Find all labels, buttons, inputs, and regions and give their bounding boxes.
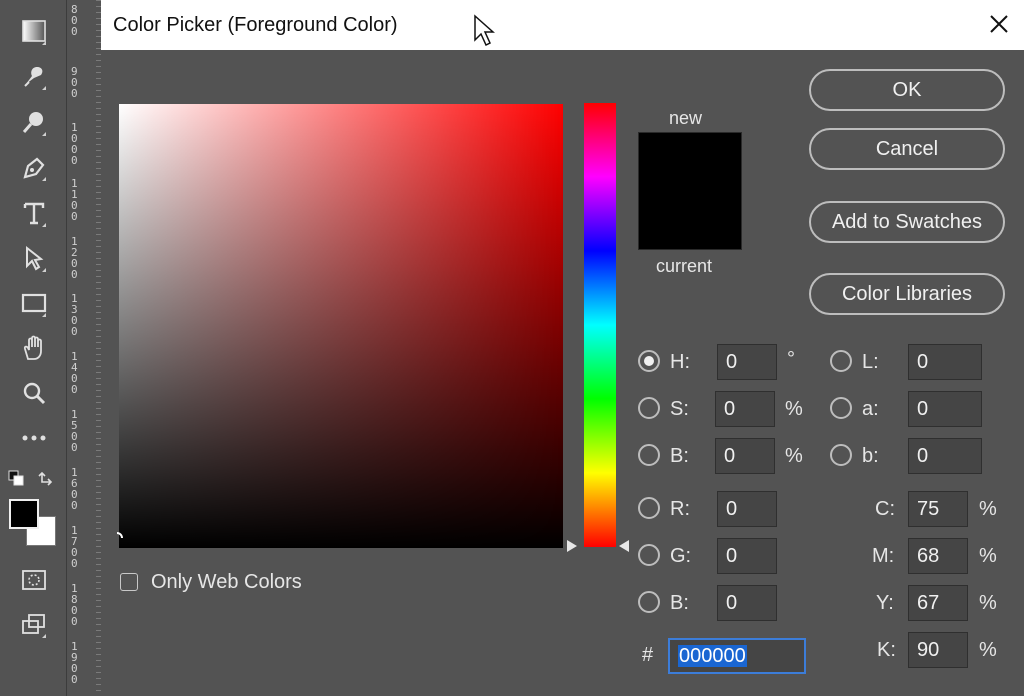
brightness-unit: % bbox=[785, 445, 803, 467]
yellow-field[interactable]: 67 bbox=[908, 585, 968, 621]
smudge-tool-icon[interactable] bbox=[14, 58, 54, 94]
tools-panel bbox=[0, 0, 66, 696]
ruler-label: 1000 bbox=[71, 121, 78, 167]
b-channel-label: b: bbox=[862, 445, 879, 467]
b-channel-field[interactable]: 0 bbox=[908, 438, 982, 474]
saturation-radio[interactable] bbox=[638, 397, 660, 419]
swap-colors-icon[interactable] bbox=[36, 470, 54, 486]
blue-field[interactable]: 0 bbox=[717, 585, 777, 621]
ruler-label: 1400 bbox=[71, 350, 78, 396]
brightness-field[interactable]: 0 bbox=[715, 438, 775, 474]
ok-button[interactable]: OK bbox=[809, 69, 1005, 111]
ruler-label: 1300 bbox=[71, 292, 78, 338]
cancel-button[interactable]: Cancel bbox=[809, 128, 1005, 170]
a-channel-radio[interactable] bbox=[830, 397, 852, 419]
red-radio[interactable] bbox=[638, 497, 660, 519]
yellow-unit: % bbox=[979, 592, 997, 614]
vertical-ruler: 800 900 1000 1100 1200 1300 1400 1500 16… bbox=[66, 0, 102, 696]
pen-tool-icon[interactable] bbox=[14, 149, 54, 185]
a-channel-label: a: bbox=[862, 398, 879, 420]
saturation-field[interactable]: 0 bbox=[715, 391, 775, 427]
hex-color-field[interactable]: 000000 bbox=[668, 638, 806, 674]
hue-field[interactable]: 0 bbox=[717, 344, 777, 380]
ruler-label: 1500 bbox=[71, 408, 78, 454]
saturation-brightness-field[interactable] bbox=[119, 104, 563, 548]
color-picker-dialog: Color Picker (Foreground Color) new curr… bbox=[101, 0, 1024, 696]
gradient-tool-icon[interactable] bbox=[14, 13, 54, 49]
rectangle-tool-icon[interactable] bbox=[14, 285, 54, 321]
ruler-label: 1700 bbox=[71, 524, 78, 570]
yellow-label: Y: bbox=[876, 592, 894, 614]
blue-radio[interactable] bbox=[638, 591, 660, 613]
screen-mode-icon[interactable] bbox=[14, 606, 54, 642]
green-label: G: bbox=[670, 545, 692, 567]
mouse-cursor-icon bbox=[474, 14, 495, 47]
hex-hash-label: # bbox=[642, 644, 654, 666]
ruler-label: 1900 bbox=[71, 640, 78, 686]
cyan-unit: % bbox=[979, 498, 997, 520]
current-color-label: current bbox=[656, 256, 713, 276]
hue-unit: ° bbox=[787, 348, 795, 370]
lightness-field[interactable]: 0 bbox=[908, 344, 982, 380]
hue-radio[interactable] bbox=[638, 350, 660, 372]
dodge-tool-icon[interactable] bbox=[14, 104, 54, 140]
only-web-colors-checkbox[interactable] bbox=[120, 573, 138, 591]
more-tools-icon[interactable] bbox=[14, 420, 54, 456]
magenta-unit: % bbox=[979, 545, 997, 567]
hue-slider-right-handle[interactable] bbox=[619, 540, 629, 552]
black-unit: % bbox=[979, 639, 997, 661]
default-colors-icon[interactable] bbox=[8, 470, 24, 486]
magenta-field[interactable]: 68 bbox=[908, 538, 968, 574]
hue-slider-left-handle[interactable] bbox=[567, 540, 577, 552]
saturation-label: S: bbox=[670, 398, 689, 420]
brightness-label: B: bbox=[670, 445, 689, 467]
lightness-radio[interactable] bbox=[830, 350, 852, 372]
red-label: R: bbox=[670, 498, 690, 520]
saturation-unit: % bbox=[785, 398, 803, 420]
cyan-field[interactable]: 75 bbox=[908, 491, 968, 527]
brightness-radio[interactable] bbox=[638, 444, 660, 466]
a-channel-field[interactable]: 0 bbox=[908, 391, 982, 427]
ruler-label: 1800 bbox=[71, 582, 78, 628]
black-field[interactable]: 90 bbox=[908, 632, 968, 668]
red-field[interactable]: 0 bbox=[717, 491, 777, 527]
hue-label: H: bbox=[670, 351, 690, 373]
magenta-label: M: bbox=[872, 545, 895, 567]
ruler-label: 1600 bbox=[71, 466, 78, 512]
cyan-label: C: bbox=[875, 498, 895, 520]
foreground-color-swatch[interactable] bbox=[9, 499, 39, 529]
ruler-label: 900 bbox=[71, 65, 78, 100]
dialog-titlebar[interactable]: Color Picker (Foreground Color) bbox=[101, 0, 1024, 50]
hex-color-value: 000000 bbox=[678, 645, 747, 667]
green-field[interactable]: 0 bbox=[717, 538, 777, 574]
b-channel-radio[interactable] bbox=[830, 444, 852, 466]
quick-mask-icon[interactable] bbox=[14, 562, 54, 598]
only-web-colors-label: Only Web Colors bbox=[151, 571, 302, 593]
close-icon[interactable] bbox=[984, 9, 1014, 39]
hue-slider[interactable] bbox=[584, 103, 616, 547]
type-tool-icon[interactable] bbox=[14, 195, 54, 231]
path-selection-tool-icon[interactable] bbox=[14, 240, 54, 276]
add-to-swatches-button[interactable]: Add to Swatches bbox=[809, 201, 1005, 243]
dialog-title: Color Picker (Foreground Color) bbox=[113, 14, 398, 36]
ruler-label: 1100 bbox=[71, 177, 78, 223]
black-label: K: bbox=[877, 639, 896, 661]
new-color-label: new bbox=[669, 108, 703, 128]
lightness-label: L: bbox=[862, 351, 879, 373]
color-preview-swatch bbox=[638, 132, 742, 250]
blue-label: B: bbox=[670, 592, 689, 614]
color-libraries-button[interactable]: Color Libraries bbox=[809, 273, 1005, 315]
green-radio[interactable] bbox=[638, 544, 660, 566]
hand-tool-icon[interactable] bbox=[14, 330, 54, 366]
ruler-label: 800 bbox=[71, 3, 78, 38]
zoom-tool-icon[interactable] bbox=[14, 375, 54, 411]
ruler-label: 1200 bbox=[71, 235, 78, 281]
